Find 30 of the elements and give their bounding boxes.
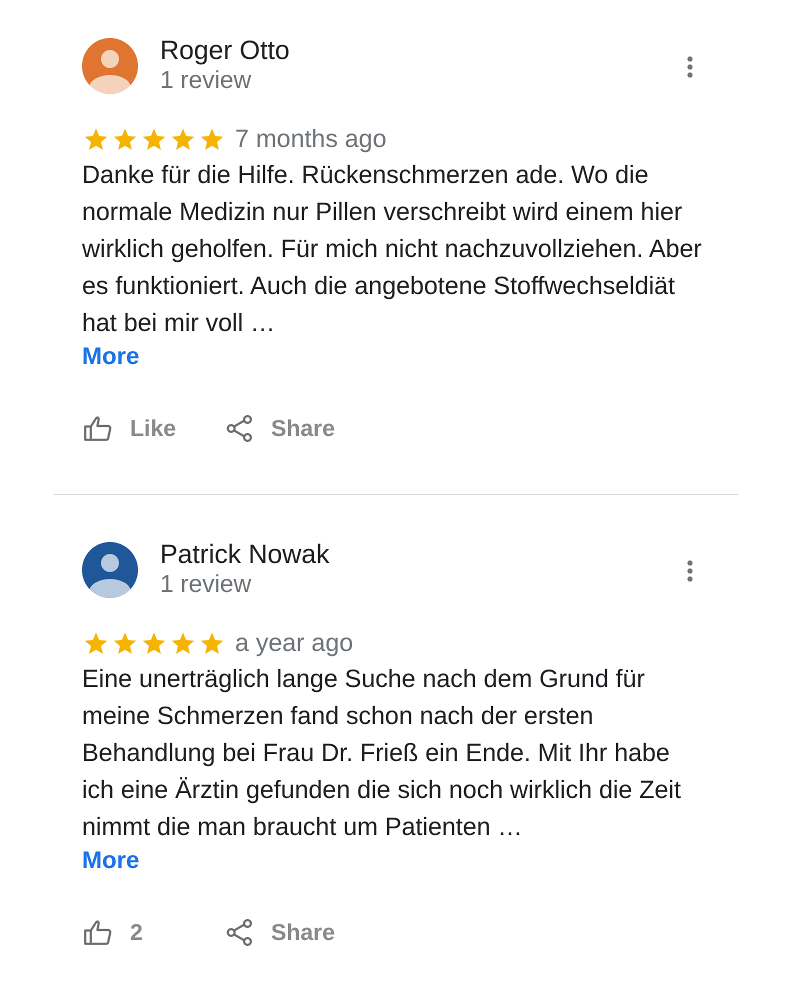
review-date: a year ago — [235, 629, 354, 658]
thumbs-up-icon — [84, 416, 112, 440]
star-icon — [84, 128, 108, 151]
more-link[interactable]: More — [82, 846, 140, 875]
review-count: 1 review — [160, 570, 252, 599]
star-icon — [113, 632, 137, 655]
more-options-icon[interactable] — [686, 560, 694, 582]
review-date: 7 months ago — [235, 125, 386, 154]
thumbs-up-icon — [84, 920, 112, 944]
reviewer-name[interactable]: Roger Otto — [160, 35, 290, 66]
more-options-icon[interactable] — [686, 56, 694, 78]
reviewer-name[interactable]: Patrick Nowak — [160, 539, 330, 570]
share-button[interactable]: Share — [226, 918, 335, 946]
more-link[interactable]: More — [82, 342, 140, 371]
like-button[interactable]: 2 — [84, 918, 226, 946]
like-button[interactable]: Like — [84, 414, 226, 442]
share-button[interactable]: Share — [226, 414, 335, 442]
review-text: Danke für die Hilfe. Rückenschmerzen ade. Wo die normale Medizin nur Pillen verschreibt wird einem hier wirklich geholfen. Für mich nicht nachzuvollziehen. Aber es funktioniert. Auch die angebotene Stoffwechseldiät hat bei mir voll … — [82, 160, 703, 339]
star-icon — [113, 128, 137, 151]
review-count: 1 review — [160, 66, 252, 95]
star-icon — [142, 632, 166, 655]
star-icon — [84, 632, 108, 655]
review-text: Eine unerträglich lange Suche nach dem Grund für meine Schmerzen fand schon nach der ersten Behandlung bei Frau Dr. Frieß ein Ende. Mit Ihr habe ich eine Ärztin gefunden die sich noch wirklich die Zeit nimmt die man braucht um Patienten … — [82, 664, 682, 843]
star-icon — [171, 128, 195, 151]
share-icon — [226, 414, 253, 442]
share-icon — [226, 918, 253, 946]
star-icon — [200, 632, 224, 655]
star-icon — [142, 128, 166, 151]
star-icon — [171, 632, 195, 655]
star-icon — [200, 128, 224, 151]
